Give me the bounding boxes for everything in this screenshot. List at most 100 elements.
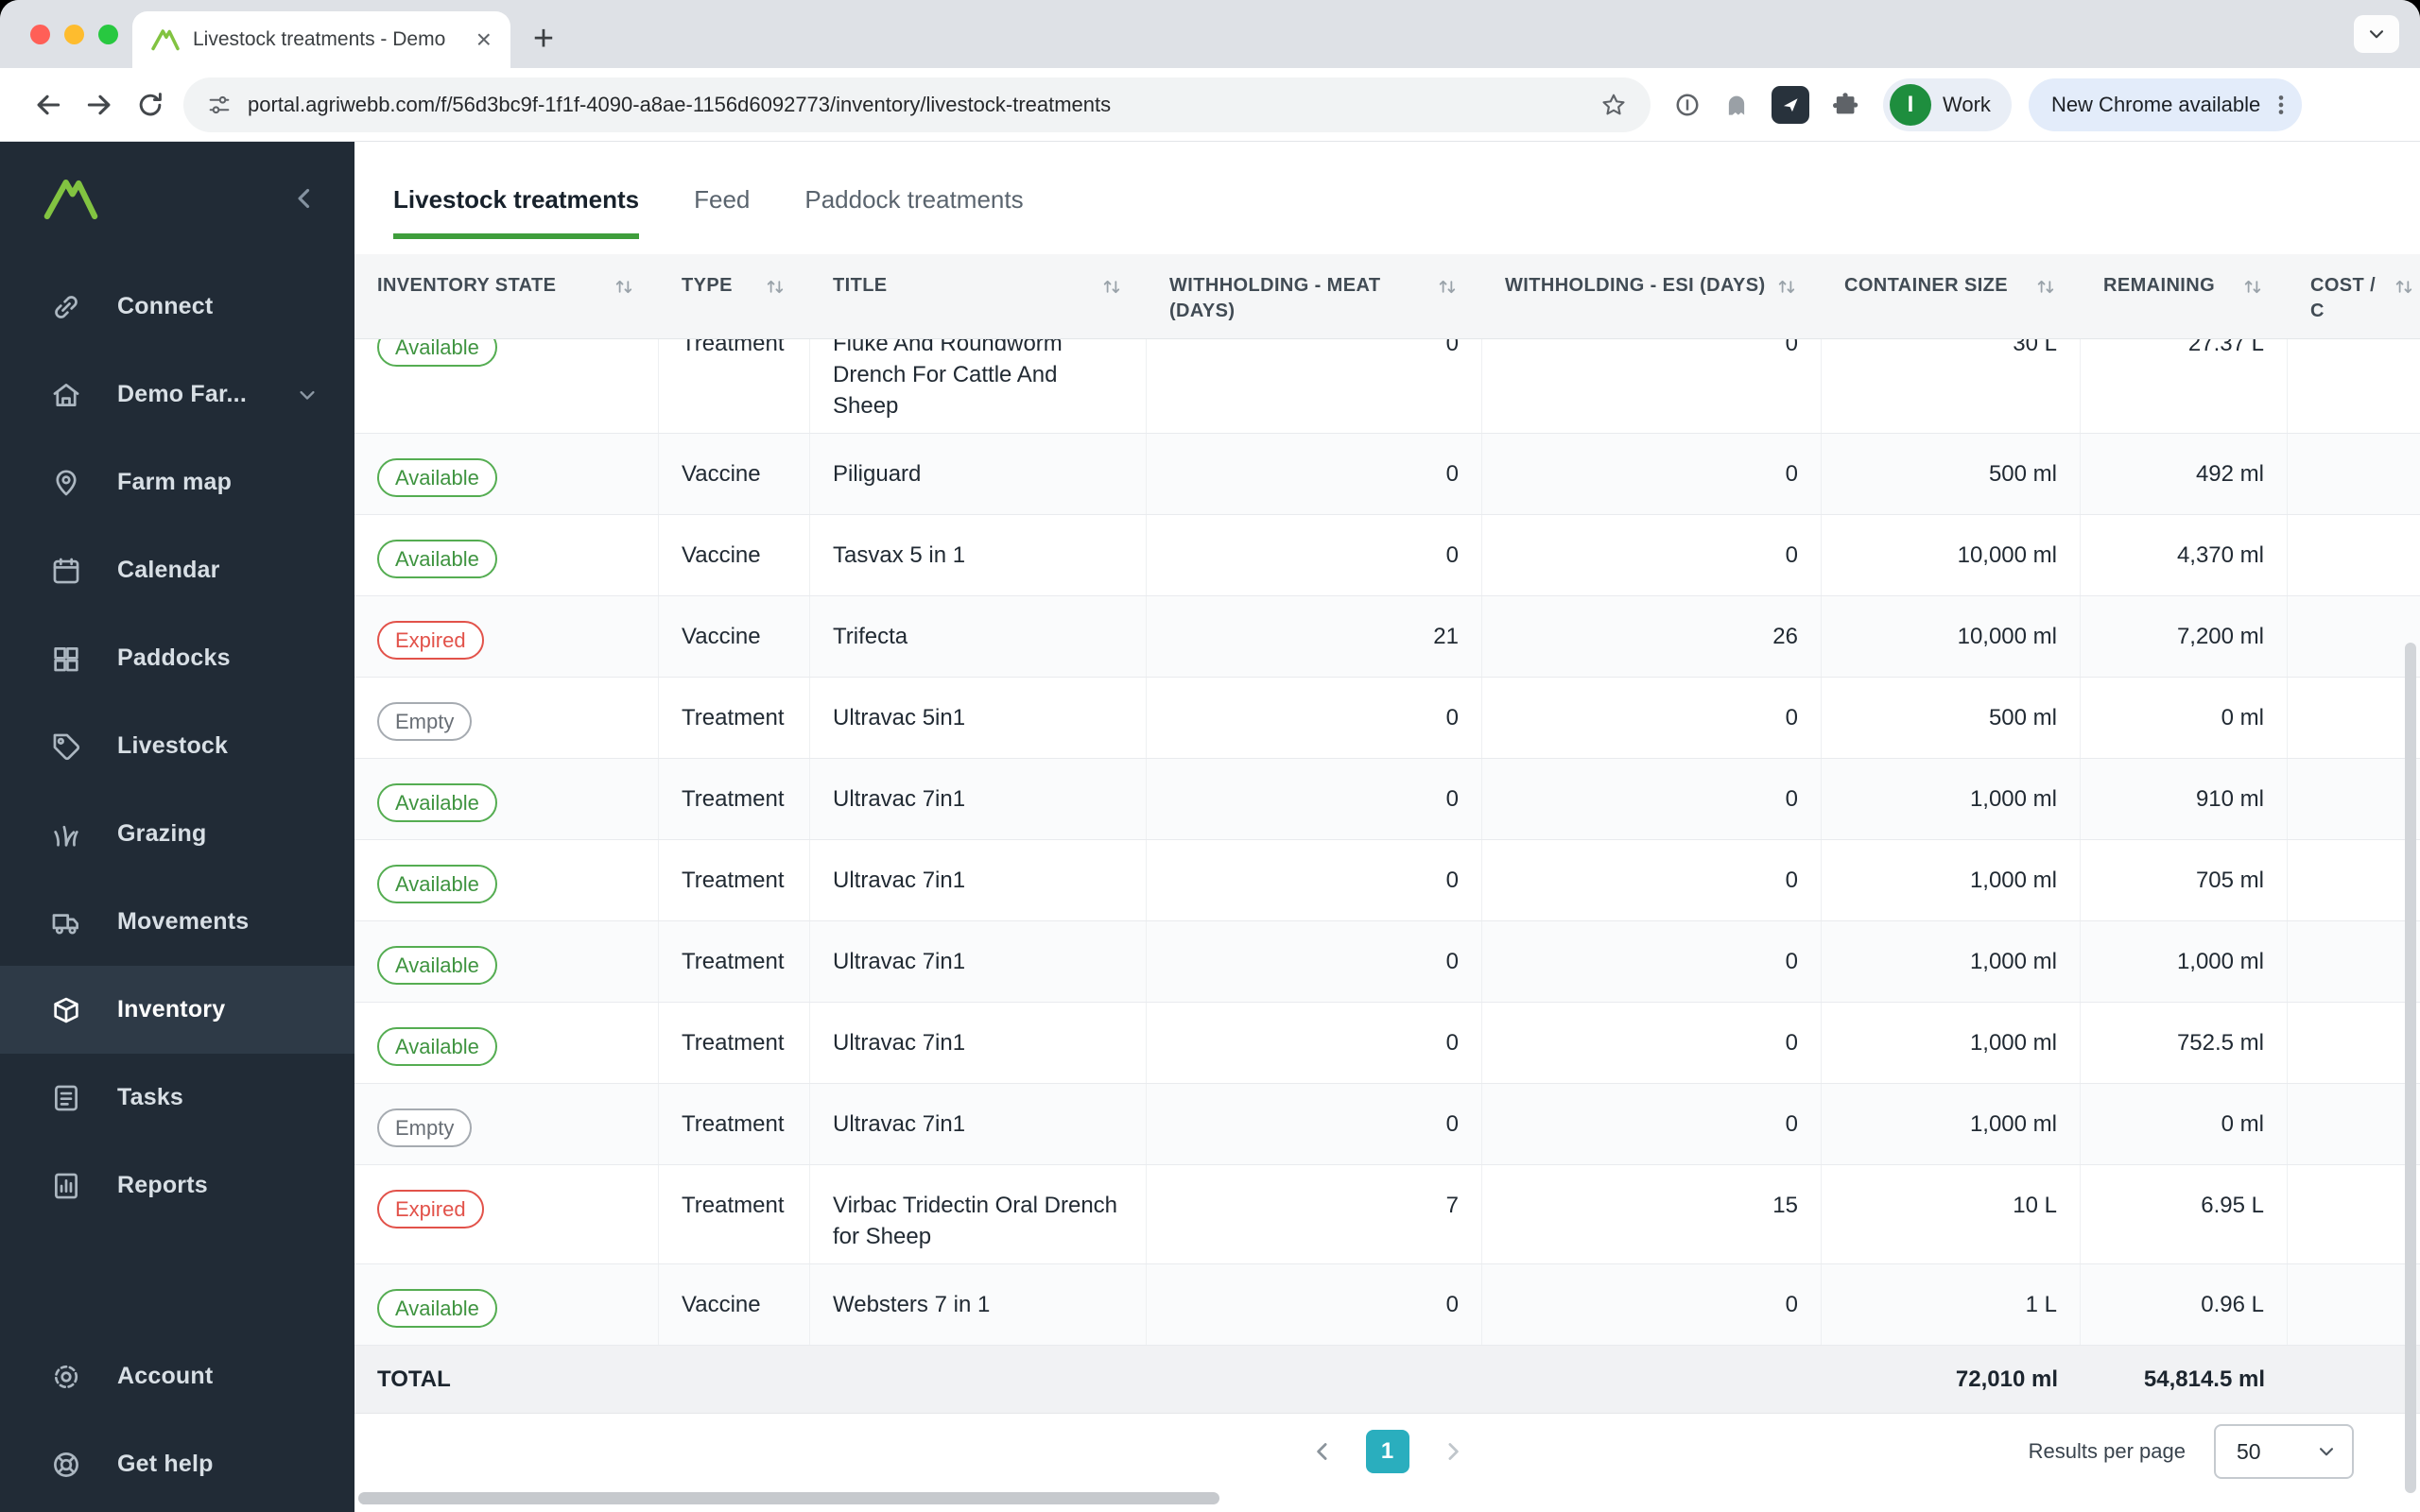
extension-ghost-icon[interactable] <box>1722 91 1751 119</box>
bookmark-star-icon[interactable] <box>1599 91 1628 119</box>
page-1-button[interactable]: 1 <box>1365 1430 1409 1473</box>
column-label: TITLE <box>833 275 888 296</box>
column-header-inventory-state[interactable]: INVENTORY STATE <box>354 254 659 338</box>
cell-title: Ultravac 7in1 <box>810 1003 1147 1083</box>
cell-withholding-meat: 0 <box>1147 1084 1482 1164</box>
table-row[interactable]: Available Vaccine Piliguard 0 0 500 ml 492 ml <box>354 434 2420 515</box>
table-row[interactable]: Available Vaccine Tasvax 5 in 1 0 0 10,000 ml… <box>354 515 2420 596</box>
sidebar-item-tasks[interactable]: Tasks <box>0 1054 354 1142</box>
sidebar-item-paddocks[interactable]: Paddocks <box>0 614 354 702</box>
sidebar-item-label: Reports <box>117 1172 208 1198</box>
table-row[interactable]: Available Vaccine Websters 7 in 1001 L 0.96… <box>354 1264 2420 1346</box>
status-badge: Available <box>377 458 497 497</box>
forward-button[interactable] <box>74 79 125 130</box>
tab-livestock-treatments[interactable]: Livestock treatments <box>393 185 640 239</box>
sidebar-item-calendar[interactable]: Calendar <box>0 526 354 614</box>
zoom-window-button[interactable] <box>98 25 118 44</box>
site-settings-icon[interactable] <box>206 92 233 118</box>
extension-send-icon[interactable] <box>1772 85 1809 124</box>
tab-feed[interactable]: Feed <box>694 185 750 239</box>
sort-icon[interactable] <box>1775 275 1799 299</box>
cell-withholding-meat: 7 <box>1147 1165 1482 1263</box>
table-row[interactable]: Empty Treatment Ultravac 5in1 0 0 500 ml 0 ml <box>354 678 2420 759</box>
cell-remaining: 7,200 ml <box>2081 596 2288 677</box>
close-tab-icon[interactable]: × <box>476 26 492 53</box>
table-row[interactable]: Empty Treatment Ultravac 7in1 0 0 1,000 ml 0 m… <box>354 1084 2420 1165</box>
column-label: INVENTORY STATE <box>377 275 557 296</box>
sort-icon[interactable] <box>2034 275 2058 299</box>
column-header-container-size[interactable]: CONTAINER SIZE <box>1822 254 2081 338</box>
new-tab-button[interactable]: + <box>522 17 565 60</box>
table-row[interactable]: Expired Vaccine Trifecta 21 26 10,000 ml 7,200… <box>354 596 2420 678</box>
close-window-button[interactable] <box>30 25 50 44</box>
results-per-page-select[interactable]: 50 <box>2214 1424 2354 1479</box>
help-icon <box>49 1448 83 1482</box>
column-header-type[interactable]: TYPE <box>659 254 810 338</box>
sort-icon[interactable] <box>1100 275 1124 299</box>
back-button[interactable] <box>23 79 74 130</box>
cell-withholding-esi: 0 <box>1482 1264 1822 1345</box>
cell-withholding-esi: 0 <box>1482 678 1822 758</box>
grazing-icon <box>49 817 83 851</box>
sidebar-item-connect[interactable]: Connect <box>0 263 354 351</box>
sort-icon[interactable] <box>1436 275 1460 299</box>
url-text[interactable]: portal.agriwebb.com/f/56d3bc9f-1f1f-4090… <box>248 93 1584 117</box>
sidebar-item-farm-map[interactable]: Farm map <box>0 438 354 526</box>
sidebar-item-account[interactable]: Account <box>0 1332 354 1420</box>
sidebar-item-demo-far[interactable]: Demo Far... <box>0 351 354 438</box>
sort-icon[interactable] <box>2393 275 2416 299</box>
column-header-withholding-esi[interactable]: WITHHOLDING - ESI (DAYS) <box>1482 254 1822 338</box>
column-header-remaining[interactable]: REMAINING <box>2081 254 2288 338</box>
table-row[interactable]: Available Treatment Ultravac 7in1 0 0 1,000 m… <box>354 1003 2420 1084</box>
sidebar-item-get-help[interactable]: Get help <box>0 1420 354 1508</box>
avatar: I <box>1890 83 1931 126</box>
browser-menu-icon[interactable] <box>2268 92 2294 118</box>
previous-page-button[interactable] <box>1304 1433 1341 1470</box>
cell-type: Treatment <box>659 1003 810 1083</box>
cell-inventory-state: Empty <box>354 678 659 758</box>
reload-button[interactable] <box>125 79 176 130</box>
sort-icon[interactable] <box>764 275 787 299</box>
profile-chip[interactable]: I Work <box>1883 77 2012 131</box>
sidebar-item-movements[interactable]: Movements <box>0 878 354 966</box>
cell-type: Treatment <box>659 759 810 839</box>
address-bar[interactable]: portal.agriwebb.com/f/56d3bc9f-1f1f-4090… <box>183 77 1651 132</box>
column-header-title[interactable]: TITLE <box>810 254 1147 338</box>
table-header: INVENTORY STATE TYPE TITLE WITHHOLDING - ME… <box>354 254 2420 339</box>
sidebar-item-label: Tasks <box>117 1084 184 1110</box>
browser-tab[interactable]: Livestock treatments - Demo × <box>132 11 510 68</box>
cell-withholding-esi: 0 <box>1482 434 1822 514</box>
cell-remaining: 6.95 L <box>2081 1165 2288 1263</box>
agriwebb-logo-icon[interactable] <box>43 178 98 220</box>
calendar-icon <box>49 554 83 588</box>
cell-title: Trifecta <box>810 596 1147 677</box>
cell-inventory-state: Available <box>354 1264 659 1345</box>
cell-withholding-esi: 0 <box>1482 515 1822 595</box>
sort-icon[interactable] <box>2241 275 2265 299</box>
gear-icon <box>49 1360 83 1394</box>
extensions-puzzle-icon[interactable] <box>1830 90 1860 120</box>
column-header-withholding-meat[interactable]: WITHHOLDING - MEAT (DAYS) <box>1147 254 1482 338</box>
vertical-scrollbar-thumb[interactable] <box>2405 643 2416 1493</box>
minimize-window-button[interactable] <box>64 25 84 44</box>
tab-search-button[interactable] <box>2354 15 2399 53</box>
sidebar-item-reports[interactable]: Reports <box>0 1142 354 1229</box>
table-row[interactable]: Available Treatment Ultravac 7in1 0 0 1,000 m… <box>354 759 2420 840</box>
sidebar-item-inventory[interactable]: Inventory <box>0 966 354 1054</box>
table-body: Available Treatment Fluke And Roundworm Dr… <box>354 303 2420 1346</box>
extension-ring-icon[interactable] <box>1673 91 1702 119</box>
tab-paddock-treatments[interactable]: Paddock treatments <box>804 185 1023 239</box>
next-page-button[interactable] <box>1434 1433 1472 1470</box>
sidebar-item-grazing[interactable]: Grazing <box>0 790 354 878</box>
sidebar-item-livestock[interactable]: Livestock <box>0 702 354 790</box>
table-row[interactable]: Available Treatment Ultravac 7in1 0 0 1,000 m… <box>354 840 2420 921</box>
sidebar-collapse-icon[interactable] <box>288 182 320 215</box>
column-header-cost[interactable]: COST / C <box>2288 254 2420 338</box>
sidebar-item-label: Movements <box>117 908 250 935</box>
chrome-update-button[interactable]: New Chrome available <box>2028 77 2303 131</box>
horizontal-scrollbar-thumb[interactable] <box>358 1492 1219 1504</box>
table-row[interactable]: Expired Treatment Virbac Tridectin Oral Dr… <box>354 1165 2420 1264</box>
table-row[interactable]: Available Treatment Ultravac 7in1 0 0 1,000 m… <box>354 921 2420 1003</box>
sort-icon[interactable] <box>613 275 636 299</box>
column-label: WITHHOLDING - ESI (DAYS) <box>1505 275 1766 296</box>
